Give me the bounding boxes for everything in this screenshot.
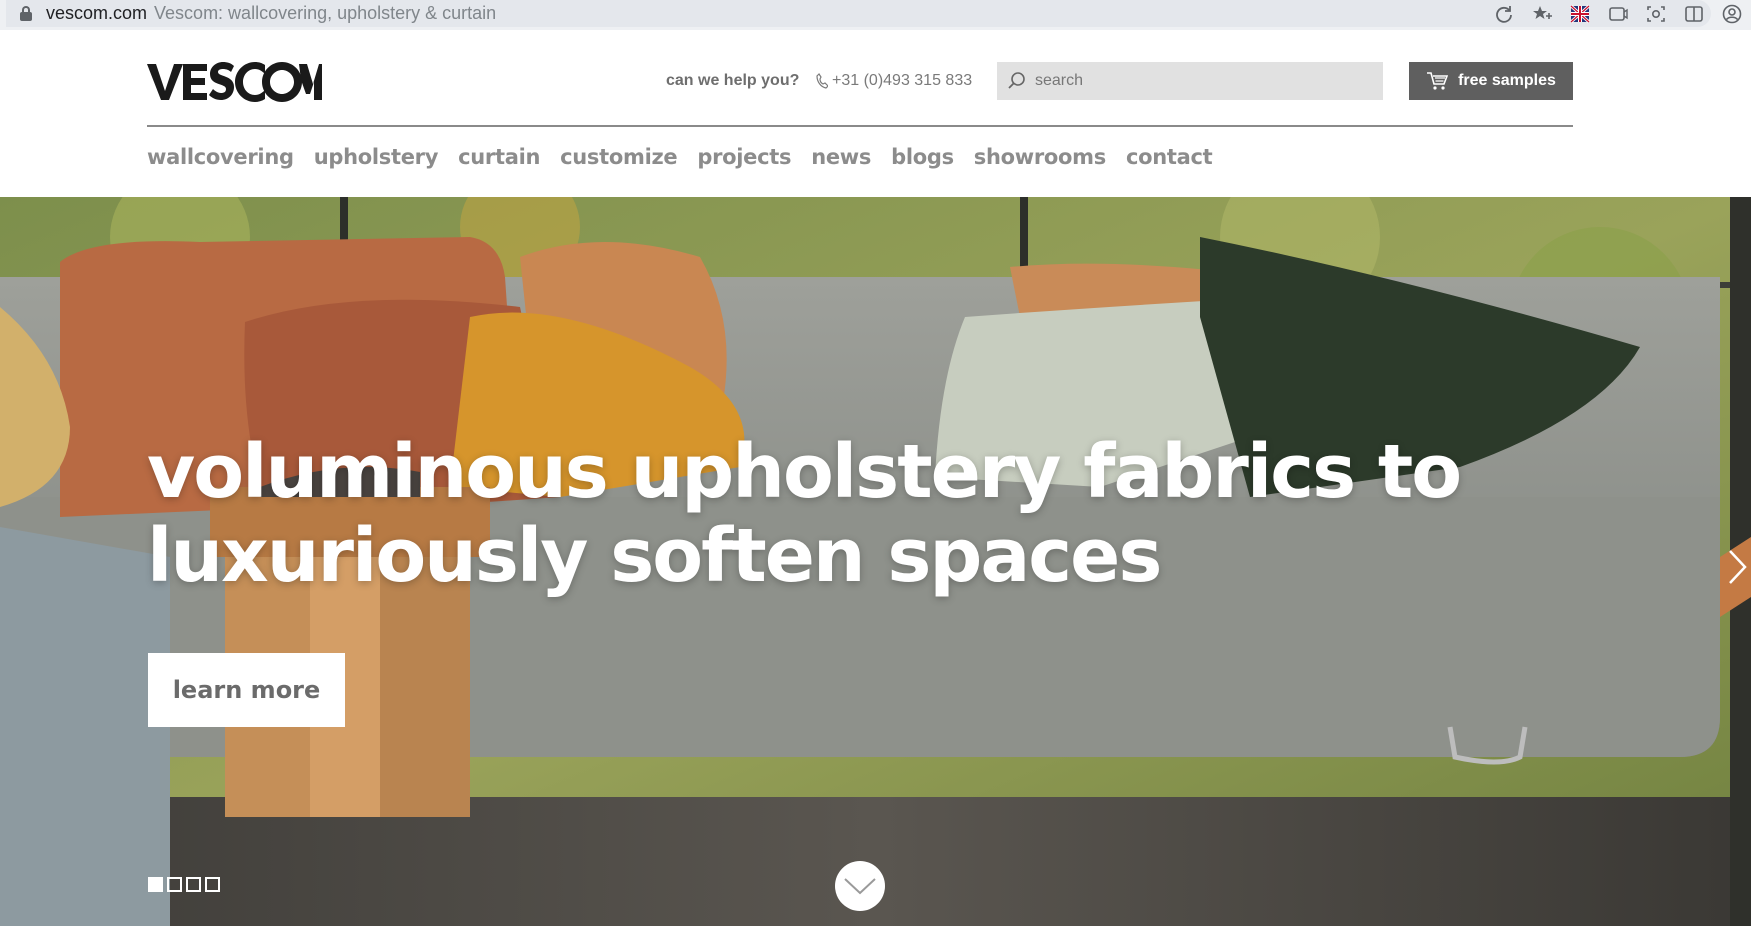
learn-more-button[interactable]: learn more xyxy=(148,653,345,727)
hero-slider: voluminous upholstery fabrics to luxurio… xyxy=(0,197,1751,926)
slider-pagination xyxy=(148,877,220,892)
capture-icon[interactable] xyxy=(1637,0,1675,27)
hero-headline-line-1: voluminous upholstery fabrics to xyxy=(147,429,1462,515)
free-samples-label: free samples xyxy=(1458,72,1556,89)
scroll-down-button[interactable] xyxy=(835,861,885,911)
help-label: can we help you? xyxy=(666,72,800,89)
hero-headline: voluminous upholstery fabrics to luxurio… xyxy=(147,429,1462,599)
vescom-logo[interactable] xyxy=(147,62,322,102)
split-view-icon[interactable] xyxy=(1675,0,1713,27)
slide-dot-2[interactable] xyxy=(167,877,182,892)
hero-headline-line-2: luxuriously soften spaces xyxy=(147,513,1162,599)
nav-item-news[interactable]: news xyxy=(811,145,871,169)
search-box[interactable] xyxy=(997,62,1383,100)
cart-icon xyxy=(1427,72,1449,90)
star-icon[interactable] xyxy=(1523,0,1561,27)
chevron-right-icon[interactable] xyxy=(1727,547,1749,587)
chevron-down-icon xyxy=(844,878,876,895)
header-divider xyxy=(147,125,1573,127)
url-domain: vescom.com xyxy=(46,3,148,23)
search-icon[interactable] xyxy=(1007,71,1027,91)
profile-icon[interactable] xyxy=(1713,0,1751,27)
address-bar[interactable]: vescom.com Vescom: wallcovering, upholst… xyxy=(6,0,1711,27)
slide-dot-3[interactable] xyxy=(186,877,201,892)
nav-item-upholstery[interactable]: upholstery xyxy=(314,145,439,169)
nav-item-showrooms[interactable]: showrooms xyxy=(974,145,1106,169)
url-page-title: Vescom: wallcovering, upholstery & curta… xyxy=(154,3,497,23)
nav-item-wallcovering[interactable]: wallcovering xyxy=(147,145,294,169)
slide-dot-4[interactable] xyxy=(205,877,220,892)
main-nav: wallcovering upholstery curtain customiz… xyxy=(147,145,1213,169)
browser-toolbar: vescom.com Vescom: wallcovering, upholst… xyxy=(0,0,1751,30)
nav-item-blogs[interactable]: blogs xyxy=(891,145,954,169)
nav-item-curtain[interactable]: curtain xyxy=(458,145,540,169)
nav-item-contact[interactable]: contact xyxy=(1126,145,1213,169)
lock-icon[interactable] xyxy=(20,6,32,21)
nav-item-customize[interactable]: customize xyxy=(560,145,678,169)
phone-number: +31 (0)493 315 833 xyxy=(832,72,973,89)
nav-item-projects[interactable]: projects xyxy=(697,145,791,169)
flag-uk-icon[interactable] xyxy=(1561,0,1599,27)
phone-link[interactable]: +31 (0)493 315 833 xyxy=(816,72,972,90)
video-icon[interactable] xyxy=(1599,0,1637,27)
free-samples-button[interactable]: free samples xyxy=(1409,62,1573,100)
slide-dot-1[interactable] xyxy=(148,877,163,892)
search-input[interactable] xyxy=(1035,72,1355,90)
phone-icon xyxy=(816,73,828,89)
reload-icon[interactable] xyxy=(1485,0,1523,27)
